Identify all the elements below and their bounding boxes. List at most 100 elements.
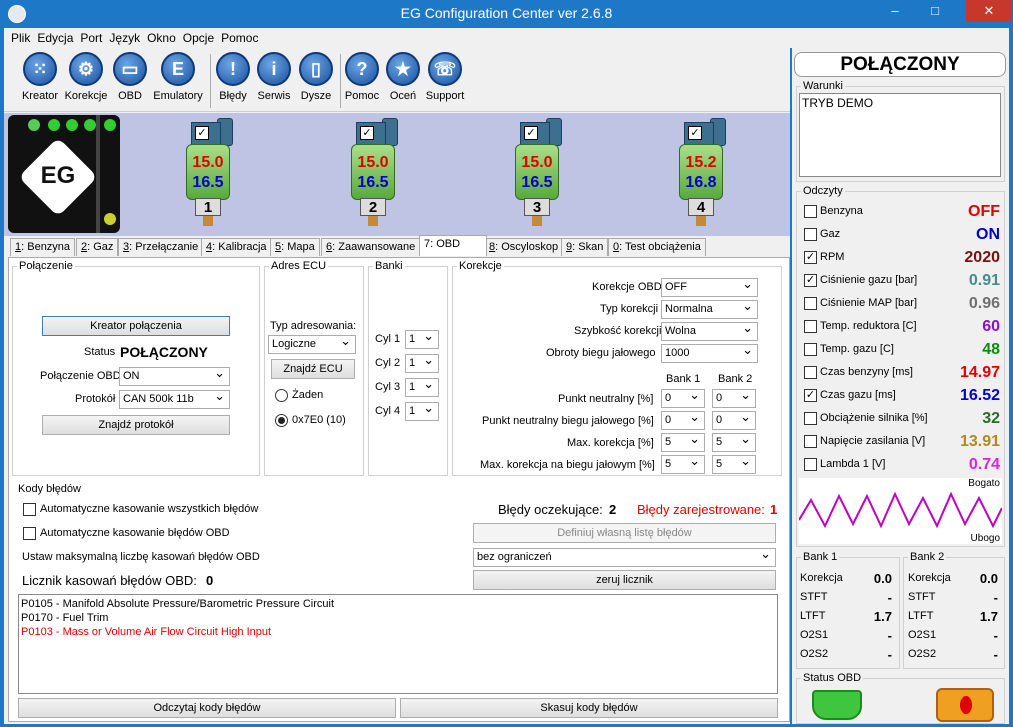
tab-mapa[interactable]: 5: Mapa — [270, 238, 320, 256]
korekcje-obd-select[interactable]: OFF — [661, 276, 758, 297]
auto-kasowanie-obd-checkbox[interactable] — [23, 527, 36, 540]
menu-edycja[interactable]: Edycja — [37, 31, 73, 45]
tab-obd[interactable]: 7: OBD — [419, 235, 487, 256]
warning-dot — [960, 696, 972, 714]
ocen-button[interactable]: ★ Oceń — [384, 52, 422, 102]
zaden-radio[interactable] — [275, 389, 288, 402]
max-korekcja-jalowy-bank1[interactable]: 5 — [661, 453, 705, 474]
auto-kasowanie-wszystkich-checkbox[interactable] — [23, 503, 36, 516]
menu-port[interactable]: Port — [80, 31, 102, 45]
definiuj-liste-button[interactable]: Definiuj własną listę błędów — [473, 523, 776, 543]
gear-icon: ⚙ — [69, 52, 103, 86]
max-kasowan-label: Ustaw maksymalną liczbę kasowań błędów O… — [22, 551, 260, 563]
bank2-o2s1-value: - — [993, 628, 998, 643]
szybkosc-korekcji-select[interactable]: Wolna — [661, 320, 758, 341]
cyl-4-select[interactable]: 1 — [405, 400, 439, 421]
punkt-neutralny-jalowy-bank2[interactable]: 0 — [712, 409, 756, 430]
obd-button[interactable]: ▭ OBD — [110, 52, 150, 102]
emulator-icon: E — [161, 52, 195, 86]
zeruj-licznik-button[interactable]: zeruj licznik — [473, 570, 776, 590]
punkt-neutralny-bank2[interactable]: 0 — [712, 387, 756, 408]
injector-tip — [532, 216, 542, 226]
keypad-icon: ⁙ — [23, 52, 57, 86]
menu-okno[interactable]: Okno — [147, 31, 176, 45]
punkt-neutralny-jalowy-bank1[interactable]: 0 — [661, 409, 705, 430]
reading-rpm-checkbox[interactable]: ✓ — [804, 251, 817, 264]
error-code-item[interactable]: P0103 - Mass or Volume Air Flow Circuit … — [21, 625, 775, 639]
bledy-button[interactable]: ! Błędy — [214, 52, 252, 102]
injector-1: ✓ 15.0 16.5 1 — [173, 116, 243, 226]
max-korekcja-bank2[interactable]: 5 — [712, 431, 756, 452]
kreator-button[interactable]: ⁙ Kreator — [18, 52, 62, 102]
close-button[interactable]: ✕ — [966, 0, 1012, 22]
tab-test-obciazenia[interactable]: 0: Test obciążenia — [608, 238, 706, 256]
cyl-3-label: Cyl 3 — [375, 381, 401, 393]
menu-pomoc[interactable]: Pomoc — [221, 31, 258, 45]
tab-skan[interactable]: 9: Skan — [561, 238, 609, 256]
znajdz-ecu-button[interactable]: Znajdź ECU — [271, 359, 355, 379]
max-korekcja-jalowy-bank2[interactable]: 5 — [712, 453, 756, 474]
obroty-select[interactable]: 1000 — [661, 342, 758, 363]
minimize-button[interactable]: – — [880, 0, 910, 22]
reading-czas-benzyny-value: 14.97 — [959, 364, 1000, 381]
reading-temp-gazu-checkbox[interactable] — [804, 343, 817, 356]
tab-benzyna[interactable]: 1: Benzyna — [10, 238, 76, 256]
korekcje-button[interactable]: ⚙ Korekcje — [64, 52, 108, 102]
maximize-button[interactable]: □ — [920, 0, 950, 22]
reading-obciazenie-checkbox[interactable] — [804, 412, 817, 425]
polaczenie-obd-select[interactable]: ON — [119, 365, 230, 386]
injector-3-checkbox[interactable]: ✓ — [524, 126, 538, 140]
reading-lambda-checkbox[interactable] — [804, 458, 817, 471]
tab-kalibracja[interactable]: 4: Kalibracja — [201, 238, 272, 256]
protokol-select[interactable]: CAN 500k 11b — [119, 388, 230, 409]
skasuj-kody-button[interactable]: Skasuj kody błędów — [400, 698, 778, 718]
reading-cisnienie-gazu-checkbox[interactable]: ✓ — [804, 274, 817, 287]
error-code-item[interactable]: P0170 - Fuel Trim — [21, 611, 775, 625]
dysze-button[interactable]: ▯ Dysze — [296, 52, 336, 102]
injector-1-checkbox[interactable]: ✓ — [195, 126, 209, 140]
injector-2-checkbox[interactable]: ✓ — [360, 126, 374, 140]
address-7e0-radio[interactable] — [275, 414, 288, 427]
reading-gaz-checkbox[interactable] — [804, 228, 817, 241]
error-code-list[interactable]: P0105 - Manifold Absolute Pressure/Barom… — [18, 594, 778, 694]
serwis-button[interactable]: i Serwis — [254, 52, 294, 102]
tab-oscyloskop[interactable]: 8: Oscyloskop — [484, 238, 564, 256]
znajdz-protokol-button[interactable]: Znajdź protokół — [42, 415, 230, 435]
injector-tip — [368, 216, 378, 226]
error-code-item[interactable]: P0105 - Manifold Absolute Pressure/Barom… — [21, 597, 775, 611]
emulatory-button[interactable]: E Emulatory — [150, 52, 206, 102]
cyl-3-select[interactable]: 1 — [405, 376, 439, 397]
punkt-neutralny-jalowy-label: Punkt neutralny biegu jałowego [%] — [482, 415, 654, 427]
tab-zaawansowane[interactable]: 6: Zaawansowane — [321, 238, 421, 256]
reading-czas-gazu-checkbox[interactable]: ✓ — [804, 389, 817, 402]
tab-label: : Test obciążenia — [619, 241, 701, 253]
szybkosc-korekcji-label: Szybkość korekcji — [574, 325, 662, 337]
reading-czas-benzyny-checkbox[interactable] — [804, 366, 817, 379]
kreator-polaczenia-button[interactable]: Kreator połączenia — [42, 316, 230, 336]
reading-czas-gazu-label: Czas gazu [ms] — [820, 389, 896, 401]
title-bar: EG Configuration Center ver 2.6.8 – □ ✕ — [0, 0, 1013, 28]
max-korekcja-bank1[interactable]: 5 — [661, 431, 705, 452]
reading-cisnienie-map-checkbox[interactable] — [804, 297, 817, 310]
menu-jezyk[interactable]: Język — [109, 31, 140, 45]
warunki-legend: Warunki — [803, 80, 843, 92]
reading-napiecie-checkbox[interactable] — [804, 435, 817, 448]
pomoc-button[interactable]: ? Pomoc — [342, 52, 382, 102]
banki-legend: Banki — [375, 260, 403, 272]
max-kasowan-select[interactable]: bez ograniczeń — [473, 546, 776, 567]
odczytaj-kody-button[interactable]: Odczytaj kody błędów — [18, 698, 396, 718]
reading-benzyna-checkbox[interactable] — [804, 205, 817, 218]
tab-przelaczanie[interactable]: 3: Przełączanie — [118, 238, 204, 256]
menu-opcje[interactable]: Opcje — [183, 31, 214, 45]
toolbar: ⁙ Kreator ⚙ Korekcje ▭ OBD E Emulatory ! Błęd… — [4, 50, 790, 112]
typ-adresowania-select[interactable]: Logiczne — [268, 333, 356, 354]
typ-korekcji-select[interactable]: Normalna — [661, 298, 758, 319]
reading-temp-reduktora-checkbox[interactable] — [804, 320, 817, 333]
menu-plik[interactable]: Plik — [11, 31, 30, 45]
injector-4-checkbox[interactable]: ✓ — [688, 126, 702, 140]
cyl-1-select[interactable]: 1 — [405, 328, 439, 349]
tab-gaz[interactable]: 2: Gaz — [76, 238, 119, 256]
cyl-2-select[interactable]: 1 — [405, 352, 439, 373]
support-button[interactable]: ☏ Support — [422, 52, 468, 102]
punkt-neutralny-bank1[interactable]: 0 — [661, 387, 705, 408]
